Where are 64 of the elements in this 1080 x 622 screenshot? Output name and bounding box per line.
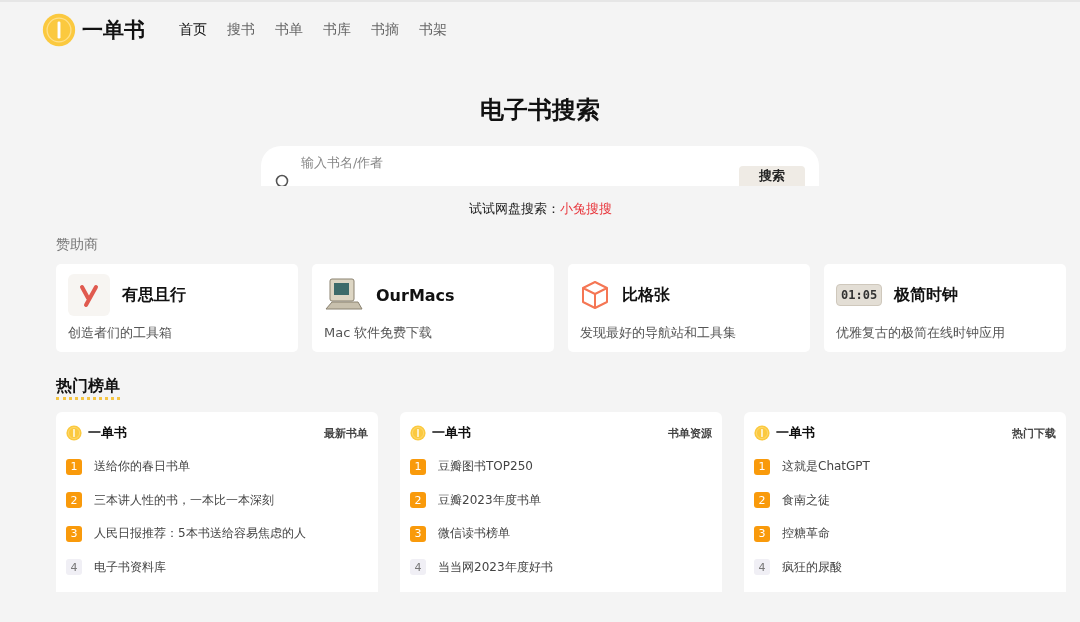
coin-logo-icon: [66, 425, 82, 441]
ranking-item-link[interactable]: 控糖革命: [782, 525, 830, 543]
sponsor-card[interactable]: OurMacs Mac 软件免费下载: [312, 264, 554, 352]
sponsor-name: OurMacs: [376, 285, 455, 305]
ranking-item-link[interactable]: 豆瓣图书TOP250: [438, 458, 533, 476]
ranking-category-link[interactable]: 书单资源: [668, 425, 712, 441]
sponsor-description: 优雅复古的极简在线时钟应用: [836, 324, 1006, 342]
ranking-brand: 一单书: [776, 424, 815, 442]
nav-link[interactable]: 搜书: [227, 21, 255, 39]
ranking-item-link[interactable]: 食南之徒: [782, 491, 830, 509]
rank-number: 1: [754, 458, 770, 475]
sponsor-description: 发现最好的导航站和工具集: [580, 324, 737, 342]
section-heading: 热门榜单: [56, 376, 120, 400]
sponsor-description: Mac 软件免费下载: [324, 324, 434, 342]
sponsor-card[interactable]: 01:05 极简时钟 优雅复古的极简在线时钟应用: [824, 264, 1066, 352]
search-button[interactable]: 搜索: [739, 166, 805, 186]
nav-link[interactable]: 书单: [275, 21, 303, 39]
nav-link[interactable]: 首页: [179, 21, 207, 39]
rank-number: 4: [66, 559, 82, 576]
rank-number: 3: [410, 525, 426, 542]
rank-number: 2: [410, 492, 426, 509]
site-logo-text[interactable]: 一单书: [82, 16, 145, 44]
cube-icon: [580, 280, 610, 310]
sponsor-name: 有思且行: [122, 284, 186, 306]
nav-link[interactable]: 书库: [323, 21, 351, 39]
ranking-item-link[interactable]: 三本讲人性的书，一本比一本深刻: [94, 491, 274, 509]
rank-number: 1: [66, 458, 82, 475]
nav-link[interactable]: 书架: [419, 21, 447, 39]
coin-logo-icon: [42, 13, 76, 47]
sponsor-name: 比格张: [622, 284, 670, 306]
ranking-item-link[interactable]: 当当网2023年度好书: [438, 558, 553, 576]
rank-number: 3: [754, 525, 770, 542]
nav-link[interactable]: 书摘: [371, 21, 399, 39]
ranking-item-link[interactable]: 电子书资料库: [94, 558, 166, 576]
search-icon: [275, 174, 289, 186]
rank-number: 4: [410, 559, 426, 576]
flip-clock-icon: 01:05: [836, 284, 883, 306]
ranking-brand: 一单书: [432, 424, 471, 442]
page-title: 电子书搜索: [479, 95, 601, 126]
rank-number: 2: [66, 492, 82, 509]
ranking-brand: 一单书: [88, 424, 127, 442]
ranking-item-link[interactable]: 送给你的春日书单: [94, 458, 190, 476]
sponsor-name: 极简时钟: [894, 284, 959, 306]
ranking-item-link[interactable]: 人民日报推荐：5本书送给容易焦虑的人: [94, 525, 306, 543]
sponsor-description: 创造者们的工具箱: [68, 324, 173, 342]
search-field[interactable]: 输入书名/作者 搜索: [261, 146, 819, 186]
ranking-category-link[interactable]: 热门下载: [1012, 425, 1056, 441]
ranking-item-link[interactable]: 疯狂的尿酸: [782, 558, 842, 576]
ranking-item-link[interactable]: 这就是ChatGPT: [782, 458, 870, 476]
rank-number: 1: [410, 458, 426, 475]
coin-logo-icon: [410, 425, 426, 441]
ranking-category-link[interactable]: 最新书单: [324, 425, 368, 441]
netdisk-hint: 试试网盘搜索：: [468, 201, 560, 216]
ranking-item-link[interactable]: 微信读书榜单: [438, 525, 510, 543]
coin-logo-icon: [754, 425, 770, 441]
netdisk-link[interactable]: 小兔搜搜: [559, 201, 612, 216]
rank-number: 4: [754, 559, 770, 576]
sponsor-card[interactable]: 比格张 发现最好的导航站和工具集: [568, 264, 810, 352]
ranking-item-link[interactable]: 豆瓣2023年度书单: [438, 491, 541, 509]
sponsor-card[interactable]: 有思且行 创造者们的工具箱: [56, 264, 298, 352]
letter-logo-icon: [68, 274, 110, 316]
rank-number: 3: [66, 525, 82, 542]
rank-number: 2: [754, 492, 770, 509]
section-label: 赞助商: [56, 236, 99, 254]
